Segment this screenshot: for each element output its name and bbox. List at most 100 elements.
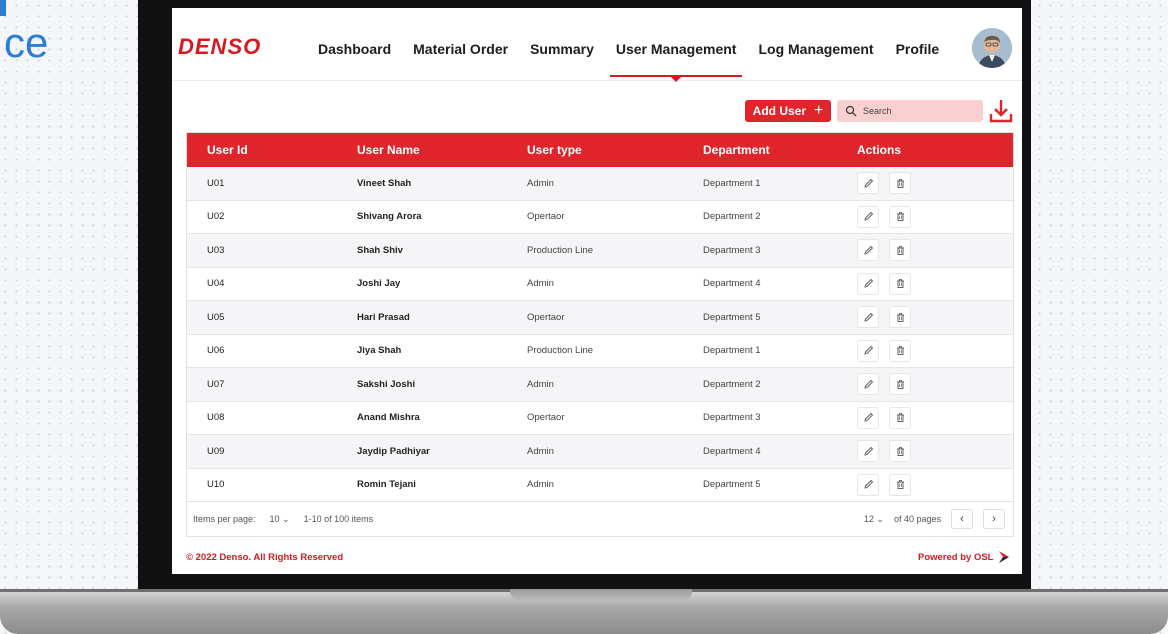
cell-user-id: U05 xyxy=(207,311,225,323)
edit-button[interactable] xyxy=(857,373,879,396)
cell-user-name: Anand Mishra xyxy=(357,412,420,424)
delete-button[interactable] xyxy=(889,440,911,463)
cell-user-type: Production Line xyxy=(527,244,594,256)
cell-user-type: Production Line xyxy=(527,345,594,357)
cell-department: Department 4 xyxy=(703,278,761,290)
delete-button[interactable] xyxy=(889,272,911,295)
col-user-name[interactable]: User Name xyxy=(357,143,527,157)
edit-button[interactable] xyxy=(857,473,879,496)
cell-user-id: U02 xyxy=(207,211,225,223)
table-row[interactable]: U06 Jiya Shah Production Line Department 1 xyxy=(187,335,1013,368)
edit-icon xyxy=(863,212,873,221)
edit-icon xyxy=(863,480,873,489)
nav-dashboard[interactable]: Dashboard xyxy=(318,41,391,57)
page-select[interactable]: 12 ⌄ xyxy=(864,514,884,525)
delete-button[interactable] xyxy=(889,306,911,329)
user-avatar-icon xyxy=(972,28,1012,68)
edit-button[interactable] xyxy=(857,272,879,295)
plus-icon: + xyxy=(814,102,824,119)
page-select-value: 12 xyxy=(863,513,874,524)
cell-user-name: Jiya Shah xyxy=(357,345,402,357)
delete-button[interactable] xyxy=(889,339,911,362)
cell-user-id: U07 xyxy=(207,378,225,390)
edit-icon xyxy=(863,279,873,288)
search-icon xyxy=(845,105,857,117)
delete-icon xyxy=(896,446,904,456)
delete-button[interactable] xyxy=(889,172,911,195)
search-input[interactable] xyxy=(861,105,975,117)
edit-button[interactable] xyxy=(857,239,879,262)
nav-log-management[interactable]: Log Management xyxy=(758,41,873,57)
denso-logo[interactable]: DENSO xyxy=(178,34,261,60)
delete-button[interactable] xyxy=(889,406,911,429)
row-actions xyxy=(857,306,1013,329)
laptop-hinge xyxy=(510,589,692,601)
delete-icon xyxy=(896,212,904,222)
delete-icon xyxy=(896,279,904,289)
table-row[interactable]: U01 Vineet Shah Admin Department 1 xyxy=(187,167,1013,201)
items-per-page-select[interactable]: 10 ⌄ xyxy=(270,514,290,525)
cell-user-name: Sakshi Joshi xyxy=(357,378,416,390)
table-row[interactable]: U04 Joshi Jay Admin Department 4 xyxy=(187,268,1013,301)
edit-button[interactable] xyxy=(857,172,879,195)
edit-button[interactable] xyxy=(857,339,879,362)
app-screen: DENSO Dashboard Material Order Summary U… xyxy=(172,8,1022,574)
items-per-page-label: Items per page: xyxy=(193,514,256,524)
backdrop-bar xyxy=(0,0,6,16)
row-actions xyxy=(857,205,1013,228)
cell-user-id: U04 xyxy=(207,278,225,290)
edit-button[interactable] xyxy=(857,406,879,429)
nav-user-management[interactable]: User Management xyxy=(609,41,743,82)
edit-button[interactable] xyxy=(857,440,879,463)
next-page-button[interactable]: › xyxy=(983,509,1005,529)
add-user-button[interactable]: Add User + xyxy=(745,100,831,122)
nav-material-order[interactable]: Material Order xyxy=(413,41,508,57)
table-row[interactable]: U05 Hari Prasad Opertaor Department 5 xyxy=(187,301,1013,335)
table-row[interactable]: U02 Shivang Arora Opertaor Department 2 xyxy=(187,201,1013,234)
cell-department: Department 3 xyxy=(703,244,761,256)
pagination-bar: Items per page: 10 ⌄ 1-10 of 100 items 1… xyxy=(187,502,1013,536)
cell-user-id: U09 xyxy=(207,445,225,457)
main-nav: Dashboard Material Order Summary User Ma… xyxy=(318,41,961,82)
cell-user-name: Shivang Arora xyxy=(357,211,422,223)
edit-button[interactable] xyxy=(857,205,879,228)
delete-button[interactable] xyxy=(889,205,911,228)
col-user-type[interactable]: User type xyxy=(527,143,703,157)
edit-button[interactable] xyxy=(857,306,879,329)
table-row[interactable]: U08 Anand Mishra Opertaor Department 3 xyxy=(187,402,1013,435)
powered-by[interactable]: Powered by OSL xyxy=(918,550,1010,564)
delete-button[interactable] xyxy=(889,473,911,496)
avatar[interactable] xyxy=(972,28,1012,68)
copyright-text: © 2022 Denso. All Rights Reserved xyxy=(186,552,344,563)
add-user-label: Add User xyxy=(752,104,806,118)
col-department[interactable]: Department xyxy=(703,143,857,157)
backdrop-heading: ce xyxy=(4,19,49,66)
delete-button[interactable] xyxy=(889,373,911,396)
row-actions xyxy=(857,272,1013,295)
edit-icon xyxy=(863,245,873,255)
nav-profile[interactable]: Profile xyxy=(896,41,940,57)
table-row[interactable]: U10 Romin Tejani Admin Department 5 xyxy=(187,469,1013,502)
delete-button[interactable] xyxy=(889,239,911,262)
laptop-base xyxy=(0,589,1168,634)
prev-page-button[interactable]: ‹ xyxy=(951,509,973,529)
download-icon[interactable] xyxy=(989,98,1013,124)
cell-user-name: Romin Tejani xyxy=(357,479,416,491)
table-row[interactable]: U07 Sakshi Joshi Admin Department 2 xyxy=(187,368,1013,402)
pages-text: of 40 pages xyxy=(893,514,941,524)
cell-user-name: Vineet Shah xyxy=(357,177,412,189)
edit-icon xyxy=(863,178,873,188)
table-row[interactable]: U03 Shah Shiv Production Line Department 3 xyxy=(187,234,1013,268)
items-per-page-value: 10 xyxy=(269,513,280,524)
delete-icon xyxy=(896,379,904,389)
search-box[interactable] xyxy=(837,100,983,122)
cell-user-name: Hari Prasad xyxy=(357,311,410,323)
row-actions xyxy=(857,339,1013,362)
col-user-id[interactable]: User Id xyxy=(187,143,357,157)
nav-summary[interactable]: Summary xyxy=(530,41,594,57)
row-actions xyxy=(857,440,1013,463)
chevron-down-icon: ⌄ xyxy=(282,513,290,524)
cell-department: Department 5 xyxy=(703,311,761,323)
table-row[interactable]: U09 Jaydip Padhiyar Admin Department 4 xyxy=(187,435,1013,469)
top-header: DENSO Dashboard Material Order Summary U… xyxy=(172,8,1022,82)
